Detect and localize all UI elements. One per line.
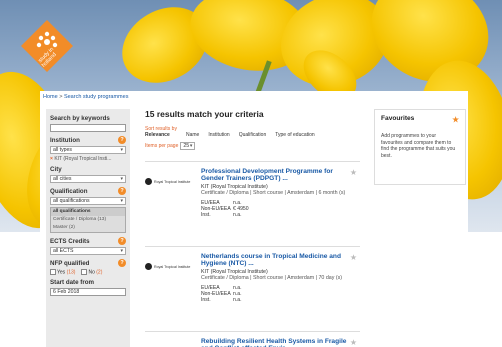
sort-type[interactable]: Type of education xyxy=(275,132,314,138)
qualification-option[interactable]: Master (2) xyxy=(51,224,125,232)
qualification-options[interactable]: all qualifications Certificate / Diploma… xyxy=(50,207,126,233)
city-label: City xyxy=(50,166,62,173)
sort-bar: Sort results by Relevance Name Instituti… xyxy=(145,126,360,138)
results-title: 15 results match your criteria xyxy=(145,109,264,119)
remove-filter-icon[interactable]: × xyxy=(50,156,53,162)
breadcrumb-current[interactable]: Search study programmes xyxy=(64,94,129,100)
favourite-star-icon[interactable]: ★ xyxy=(350,338,357,347)
result-card: Royal Tropical Institute Professional De… xyxy=(145,161,360,241)
sort-group: Sort results by Relevance xyxy=(145,126,177,138)
breadcrumb: Home > Search study programmes xyxy=(43,94,128,100)
ects-select[interactable]: all ECTS xyxy=(50,247,126,255)
qualification-option[interactable]: Certificate / Diploma (13) xyxy=(51,216,125,224)
start-date-input[interactable]: 6 Feb 2018 xyxy=(50,288,126,297)
favourites-text: Add programmes to your favourites and co… xyxy=(381,133,456,159)
sort-qualification[interactable]: Qualification xyxy=(239,132,267,138)
keywords-input[interactable] xyxy=(50,124,126,132)
help-icon[interactable]: ? xyxy=(118,259,126,267)
sort-name[interactable]: Name xyxy=(186,132,199,138)
breadcrumb-separator: > xyxy=(59,94,63,100)
favourites-title: Favourites xyxy=(381,115,415,122)
result-title-link[interactable]: Professional Development Programme for G… xyxy=(201,168,349,183)
perpage-select[interactable]: 25 xyxy=(180,142,196,150)
result-card: Royal Tropical Institute Netherlands cou… xyxy=(145,246,360,326)
qualification-label: Qualification? xyxy=(50,187,126,195)
result-meta: Certificate / Diploma | Short course | A… xyxy=(201,274,343,281)
city-select[interactable]: all cities xyxy=(50,175,126,183)
result-title-link[interactable]: Rebuilding Resilient Health Systems in F… xyxy=(201,338,349,347)
institution-logo: Royal Tropical Institute xyxy=(145,263,193,270)
help-icon[interactable]: ? xyxy=(118,187,126,195)
nfp-options: Yes (13) No (2) xyxy=(50,269,126,275)
content-panel: Home > Search study programmes Search by… xyxy=(40,91,468,347)
nfp-yes-checkbox[interactable]: Yes (13) xyxy=(50,269,75,275)
institution-filter-chip[interactable]: × KIT (Royal Tropical Insti... xyxy=(50,156,126,162)
breadcrumb-home[interactable]: Home xyxy=(43,94,58,100)
institution-select[interactable]: all types xyxy=(50,146,126,154)
favourite-star-icon[interactable]: ★ xyxy=(350,253,357,262)
help-icon[interactable]: ? xyxy=(118,136,126,144)
study-in-holland-logo[interactable]: study in holland xyxy=(19,18,75,74)
qualification-select[interactable]: all qualifications xyxy=(50,197,126,205)
nfp-no-checkbox[interactable]: No (2) xyxy=(81,269,102,275)
help-icon[interactable]: ? xyxy=(118,237,126,245)
keywords-label: Search by keywords xyxy=(50,115,110,122)
favourite-star-icon[interactable]: ★ xyxy=(350,168,357,177)
filter-sidebar: Search by keywords Institution? all type… xyxy=(46,109,130,347)
sort-institution[interactable]: Institution xyxy=(208,132,229,138)
start-date-label: Start date from xyxy=(50,279,95,287)
nfp-label: NFP qualified? xyxy=(50,259,126,267)
result-fees: EU/EEA n.a. Non-EU/EEA n.a. Inst. n.a. xyxy=(201,285,242,303)
star-icon[interactable]: ★ xyxy=(452,115,459,124)
qualification-option[interactable]: all qualifications xyxy=(51,208,125,216)
items-per-page: Items per page 25 xyxy=(145,142,360,150)
ects-label: ECTS Credits? xyxy=(50,237,126,245)
results-area: 15 results match your criteria Sort resu… xyxy=(145,109,360,347)
result-card: Rebuilding Resilient Health Systems in F… xyxy=(145,331,360,347)
sort-relevance[interactable]: Relevance xyxy=(145,132,177,138)
institution-logo: Royal Tropical Institute xyxy=(145,178,193,185)
perpage-label: Items per page xyxy=(145,143,179,149)
result-fees: EU/EEA n.a. Non-EU/EEA € 4950 Inst. n.a. xyxy=(201,200,249,218)
institution-label: Institution? xyxy=(50,136,126,144)
result-title-link[interactable]: Netherlands course in Tropical Medicine … xyxy=(201,253,349,268)
kit-emblem-icon xyxy=(145,178,152,185)
result-meta: Certificate / Diploma | Short course | A… xyxy=(201,189,346,196)
favourites-box: Favourites ★ Add programmes to your favou… xyxy=(374,109,466,185)
kit-emblem-icon xyxy=(145,263,152,270)
